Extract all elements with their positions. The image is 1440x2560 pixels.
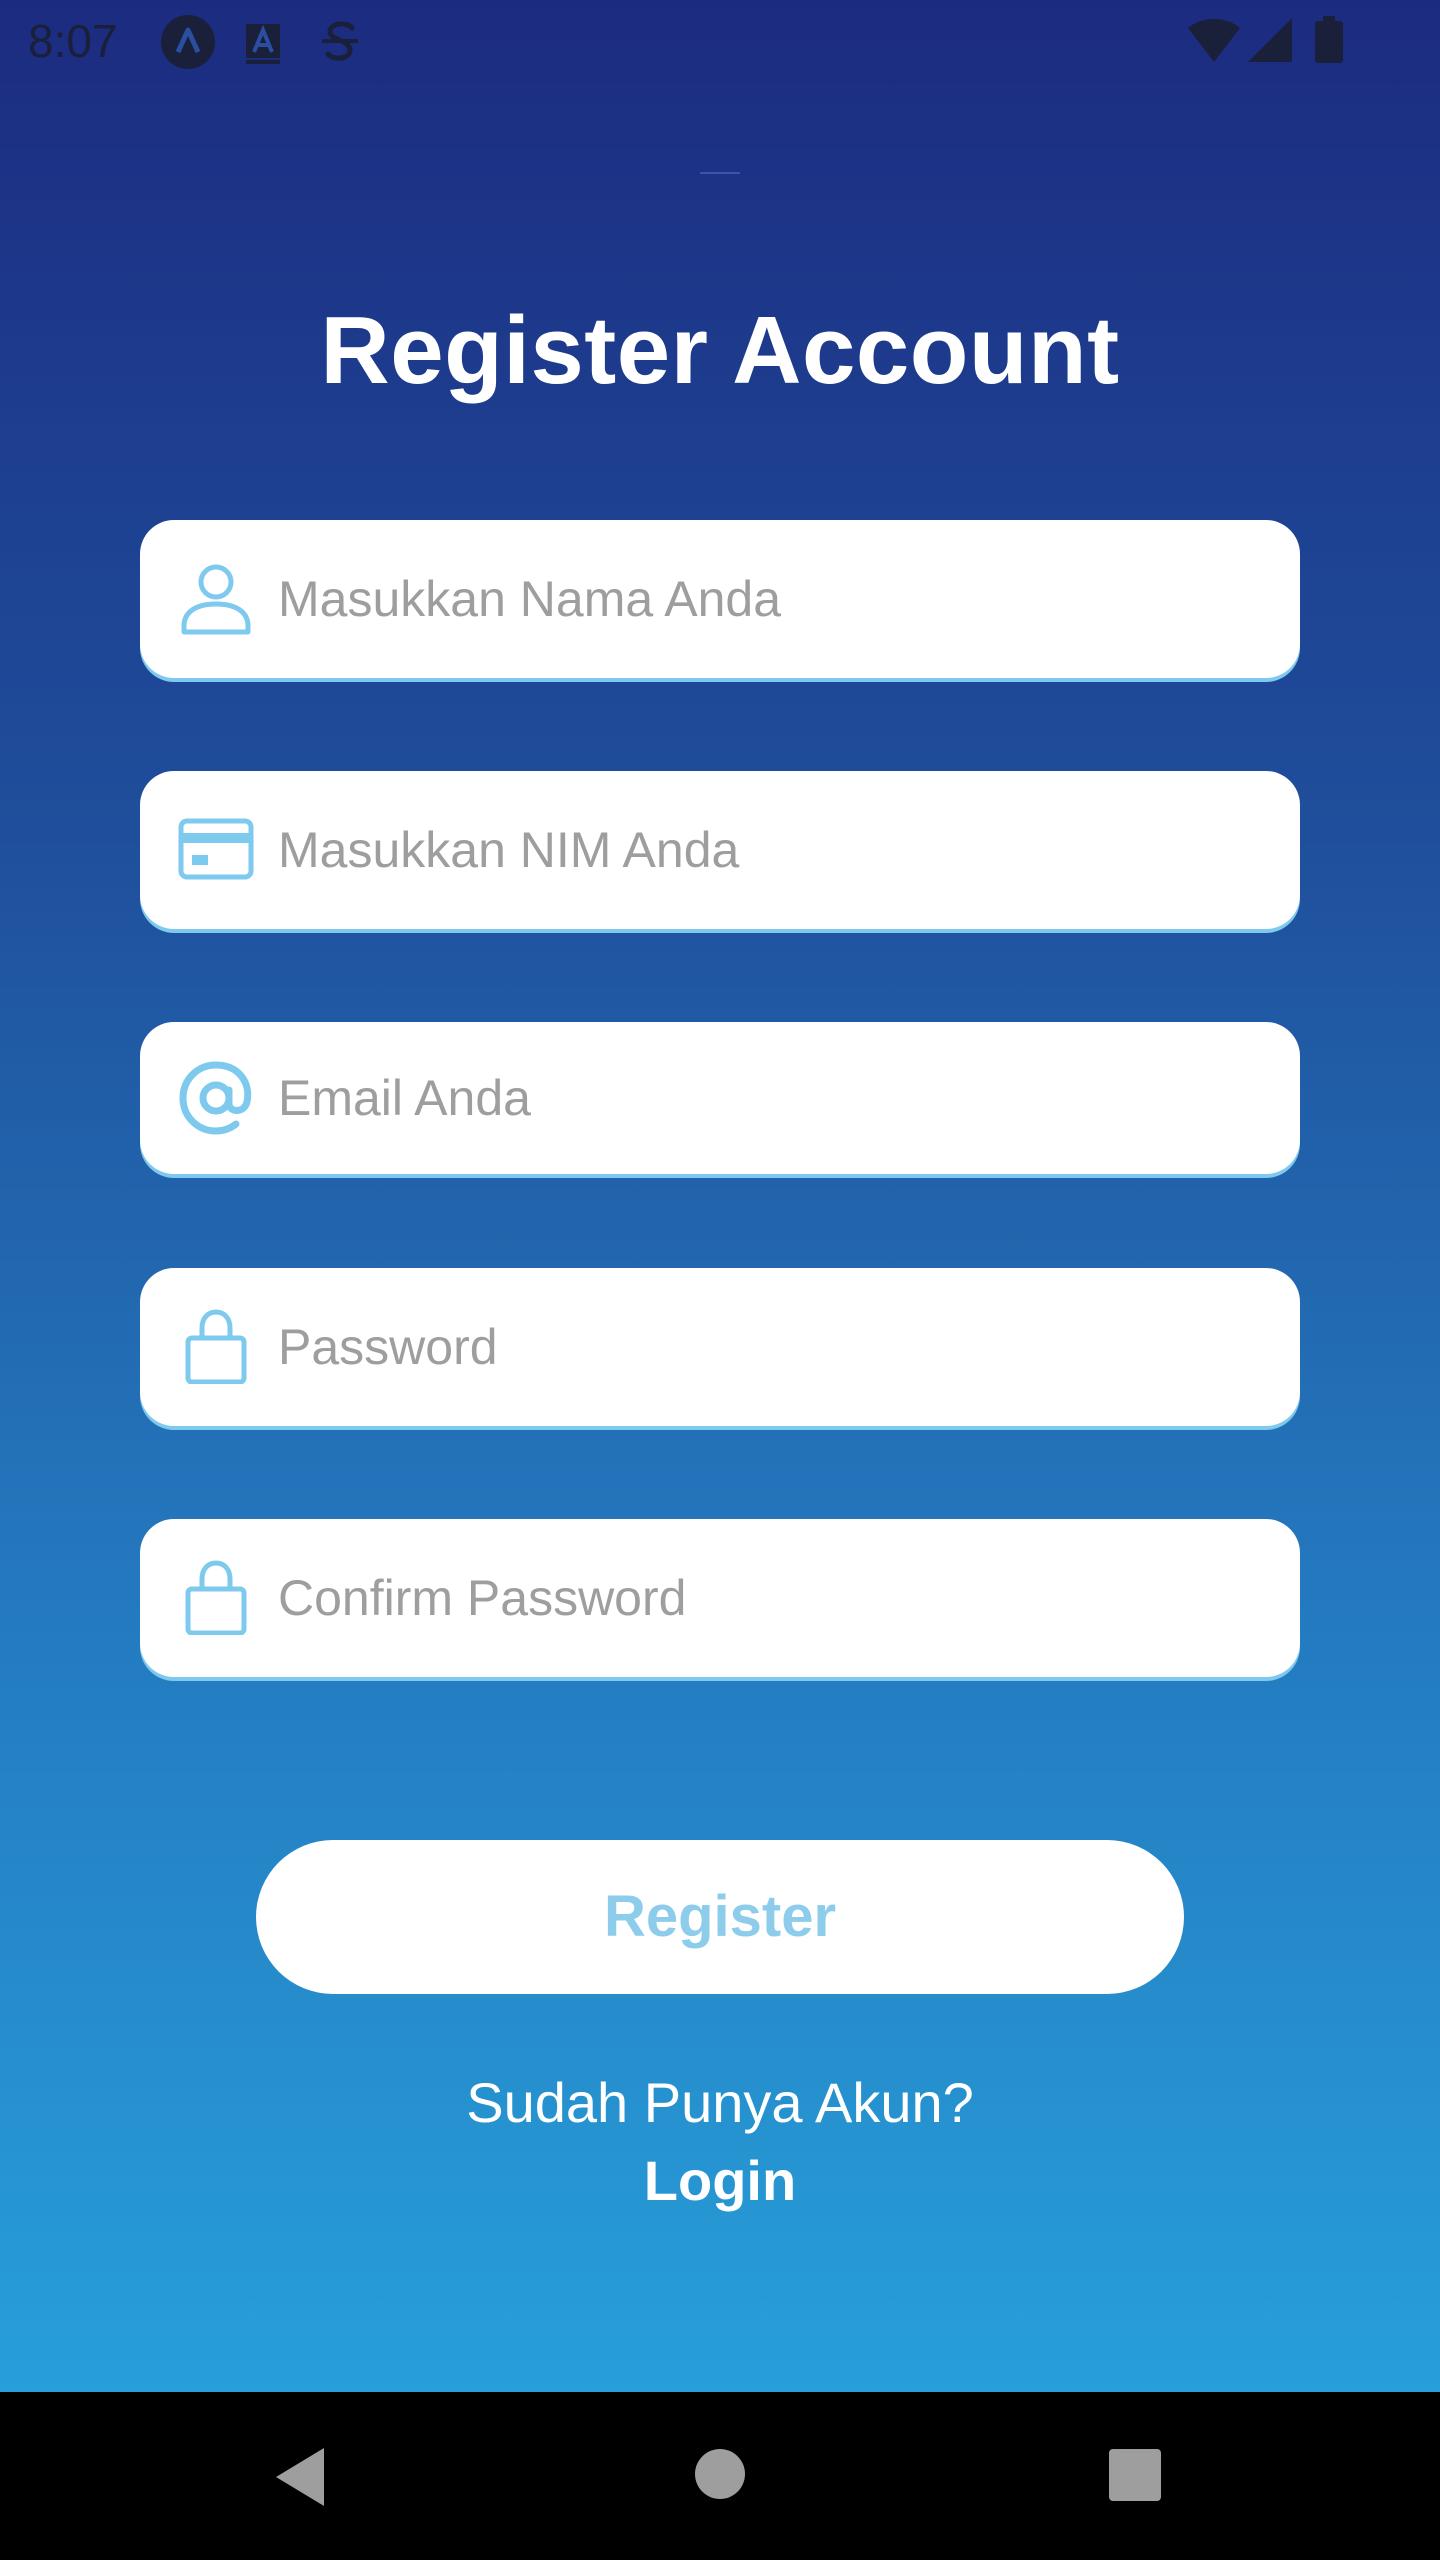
nim-field[interactable]: Masukkan NIM Anda: [140, 771, 1300, 929]
name-placeholder: Masukkan Nama Anda: [278, 571, 782, 627]
password-placeholder: Password: [278, 1319, 498, 1375]
nim-placeholder: Masukkan NIM Anda: [278, 822, 740, 878]
status-time: 8:07: [28, 15, 118, 67]
name-field[interactable]: Masukkan Nama Anda: [140, 520, 1300, 678]
have-account-text: Sudah Punya Akun?: [466, 2071, 974, 2134]
s-strike-icon: [322, 21, 358, 61]
back-icon[interactable]: [272, 2446, 328, 2508]
lock-icon: [185, 1309, 247, 1384]
a-circle-icon: [161, 15, 215, 69]
status-bar: 8:07: [0, 0, 1440, 84]
navigation-bar: [0, 2392, 1440, 2560]
login-link[interactable]: Login: [0, 2148, 1440, 2213]
at-icon: [179, 1061, 252, 1135]
wifi-icon: [1188, 19, 1240, 62]
password-field[interactable]: Password: [140, 1268, 1300, 1426]
confirm-password-field[interactable]: Confirm Password: [140, 1519, 1300, 1677]
divider: [700, 172, 740, 174]
recents-icon[interactable]: [1108, 2448, 1162, 2502]
email-field[interactable]: Email Anda: [140, 1022, 1300, 1174]
a-box-icon: [246, 24, 280, 64]
lock-icon: [185, 1560, 247, 1635]
email-placeholder: Email Anda: [278, 1070, 531, 1126]
register-button[interactable]: Register: [256, 1840, 1184, 1994]
id-card-icon: [178, 818, 254, 880]
battery-icon: [1315, 16, 1343, 63]
confirm-password-placeholder: Confirm Password: [278, 1570, 687, 1626]
person-icon: [181, 564, 251, 635]
signal-icon: [1248, 18, 1292, 62]
page-title: Register Account: [320, 297, 1120, 404]
home-icon[interactable]: [694, 2448, 746, 2500]
register-screen: 8:07 Register Account Masukkan Nama Anda…: [0, 0, 1440, 2392]
